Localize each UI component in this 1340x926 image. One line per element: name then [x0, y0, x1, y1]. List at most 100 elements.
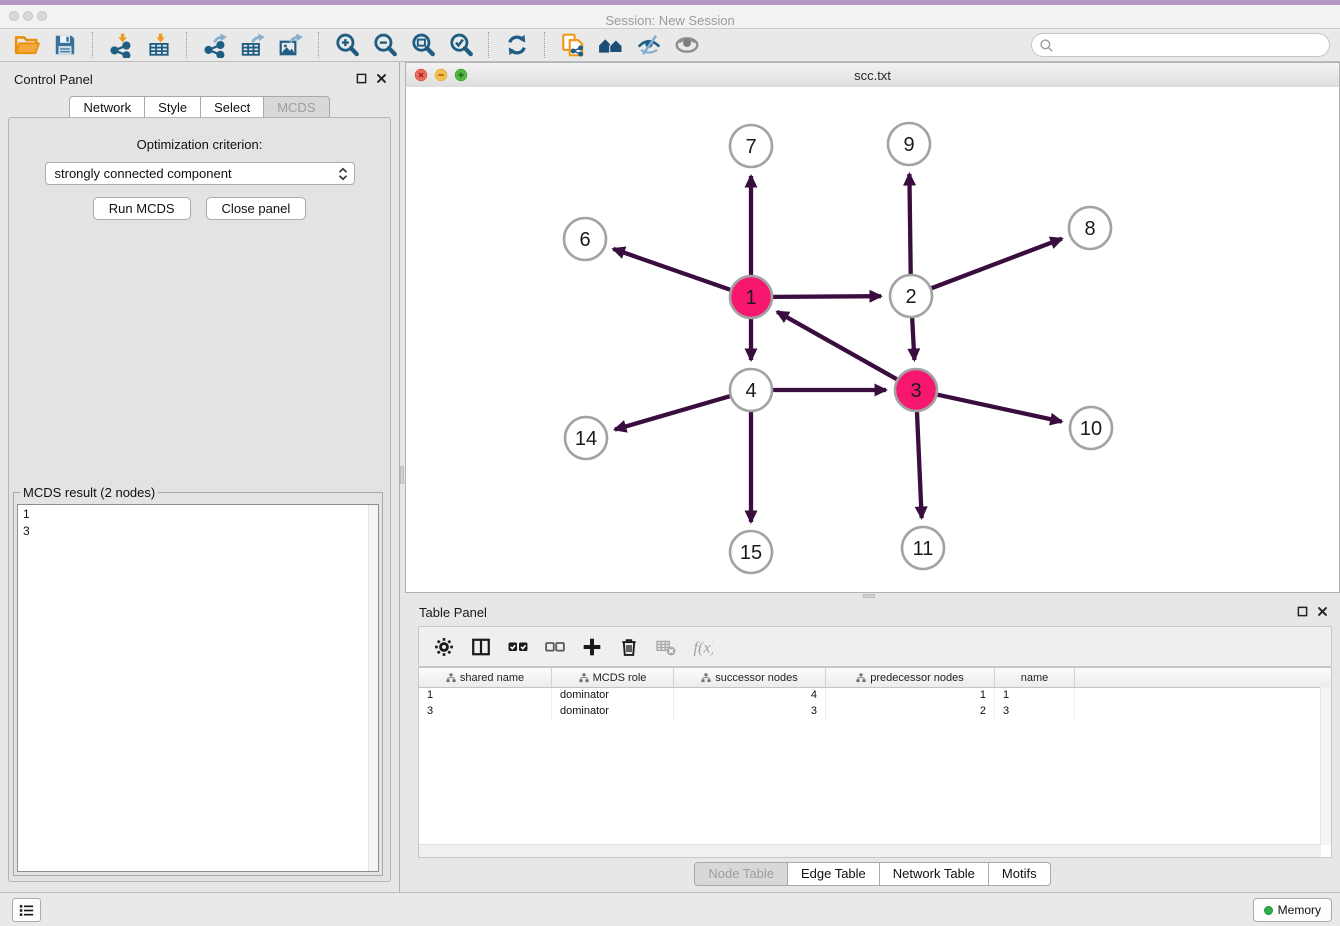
optimization-criterion-select[interactable]: strongly connected component — [45, 162, 355, 185]
select-all-button[interactable] — [502, 632, 534, 662]
table-cell[interactable]: 3 — [995, 704, 1075, 720]
column-header-successor-nodes[interactable]: successor nodes — [674, 668, 826, 687]
deselect-all-button[interactable] — [539, 632, 571, 662]
table-cell[interactable]: dominator — [552, 688, 674, 704]
edge-4-14[interactable] — [615, 396, 730, 429]
edge-1-6[interactable] — [613, 249, 730, 290]
edge-2-3[interactable] — [912, 318, 914, 360]
zoom-in-button[interactable] — [332, 31, 362, 59]
save-session-icon — [52, 32, 78, 58]
toggle-columns-button[interactable] — [465, 632, 497, 662]
save-session-button[interactable] — [50, 31, 80, 59]
vertical-splitter-grip[interactable] — [400, 466, 404, 484]
table-cell[interactable]: 2 — [826, 704, 995, 720]
first-neighbors-button[interactable] — [596, 31, 626, 59]
search-box[interactable] — [1031, 33, 1330, 57]
deselect-all-icon — [545, 637, 565, 657]
column-header-shared-name[interactable]: shared name — [419, 668, 552, 687]
zoom-selected-button[interactable] — [446, 31, 476, 59]
table-float-panel-icon[interactable] — [1297, 606, 1308, 617]
task-history-button[interactable] — [12, 898, 41, 922]
table-panel-tabs: Node TableEdge TableNetwork TableMotifs — [405, 862, 1340, 886]
network-graph: 7968124314101511 — [406, 87, 1339, 592]
open-file-button[interactable] — [12, 31, 42, 59]
tab-node-table[interactable]: Node Table — [694, 862, 788, 886]
control-panel-title: Control Panel — [14, 72, 93, 87]
import-table-button[interactable] — [144, 31, 174, 59]
table-row[interactable]: 3dominator323 — [419, 704, 1331, 720]
import-network-icon — [108, 32, 134, 58]
node-label-7: 7 — [745, 136, 756, 158]
node-label-11: 11 — [913, 538, 934, 560]
mcds-result-text[interactable]: 1 3 — [17, 504, 379, 872]
open-file-icon — [14, 32, 40, 58]
network-window: scc.txt 7968124314101511 — [405, 62, 1340, 593]
import-table-icon — [146, 32, 172, 58]
table-close-panel-icon[interactable] — [1317, 606, 1328, 617]
toolbar-separator — [544, 32, 546, 58]
tab-motifs[interactable]: Motifs — [989, 862, 1051, 886]
column-header-name[interactable]: name — [995, 668, 1075, 687]
table-cell[interactable]: 1 — [995, 688, 1075, 704]
node-label-3: 3 — [910, 380, 921, 402]
column-header-predecessor-nodes[interactable]: predecessor nodes — [826, 668, 995, 687]
import-network-button[interactable] — [106, 31, 136, 59]
table-cell[interactable]: dominator — [552, 704, 674, 720]
show-all-button[interactable] — [672, 31, 702, 59]
edge-2-8[interactable] — [932, 239, 1062, 289]
control-panel: Control Panel NetworkStyleSelectMCDS Opt… — [0, 62, 400, 893]
column-options-button[interactable] — [428, 632, 460, 662]
tab-network-table[interactable]: Network Table — [880, 862, 989, 886]
toolbar-separator — [92, 32, 94, 58]
table-horizontal-scrollbar[interactable] — [419, 844, 1321, 857]
apply-layout-button[interactable] — [502, 31, 532, 59]
table-row[interactable]: 1dominator411 — [419, 688, 1331, 704]
duplicate-network-icon — [560, 32, 586, 58]
node-label-2: 2 — [905, 286, 916, 308]
task-list-icon — [19, 903, 34, 918]
table-cell[interactable]: 1 — [419, 688, 552, 704]
export-table-icon — [240, 32, 266, 58]
export-table-button[interactable] — [238, 31, 268, 59]
delete-column-button[interactable] — [613, 632, 645, 662]
column-options-icon — [434, 637, 454, 657]
node-table: shared nameMCDS rolesuccessor nodesprede… — [418, 667, 1332, 858]
network-canvas[interactable]: 7968124314101511 — [406, 87, 1339, 592]
edge-3-1[interactable] — [777, 312, 897, 379]
memory-button[interactable]: Memory — [1253, 898, 1332, 922]
toolbar-separator — [318, 32, 320, 58]
export-image-button[interactable] — [276, 31, 306, 59]
duplicate-network-button[interactable] — [558, 31, 588, 59]
main-toolbar-icons — [8, 31, 706, 59]
show-all-icon — [674, 32, 700, 58]
export-network-button[interactable] — [200, 31, 230, 59]
table-cell[interactable]: 3 — [419, 704, 552, 720]
hide-selected-button[interactable] — [634, 31, 664, 59]
tab-edge-table[interactable]: Edge Table — [788, 862, 880, 886]
export-network-icon — [202, 32, 228, 58]
float-panel-icon[interactable] — [356, 73, 367, 84]
node-label-14: 14 — [575, 428, 597, 450]
zoom-out-button[interactable] — [370, 31, 400, 59]
table-cell[interactable]: 4 — [674, 688, 826, 704]
edge-1-2[interactable] — [773, 296, 881, 297]
edge-3-10[interactable] — [937, 395, 1061, 422]
table-cell[interactable]: 3 — [674, 704, 826, 720]
close-panel-button[interactable]: Close panel — [206, 197, 307, 220]
horizontal-splitter-grip[interactable] — [863, 594, 875, 598]
edge-2-9[interactable] — [909, 174, 910, 274]
run-mcds-button[interactable]: Run MCDS — [93, 197, 191, 220]
network-window-titlebar[interactable]: scc.txt — [406, 63, 1339, 88]
table-cell[interactable]: 1 — [826, 688, 995, 704]
close-panel-icon[interactable] — [376, 73, 387, 84]
table-toolbar: f(x) — [418, 626, 1332, 667]
mcds-result-scrollbar[interactable] — [368, 505, 378, 871]
first-neighbors-icon — [598, 32, 624, 58]
zoom-out-icon — [372, 32, 398, 58]
add-column-button[interactable] — [576, 632, 608, 662]
edge-3-11[interactable] — [917, 412, 922, 518]
table-vertical-scrollbar[interactable] — [1320, 687, 1331, 845]
zoom-fit-button[interactable] — [408, 31, 438, 59]
search-input[interactable] — [1054, 36, 1329, 54]
column-header-mcds-role[interactable]: MCDS role — [552, 668, 674, 687]
